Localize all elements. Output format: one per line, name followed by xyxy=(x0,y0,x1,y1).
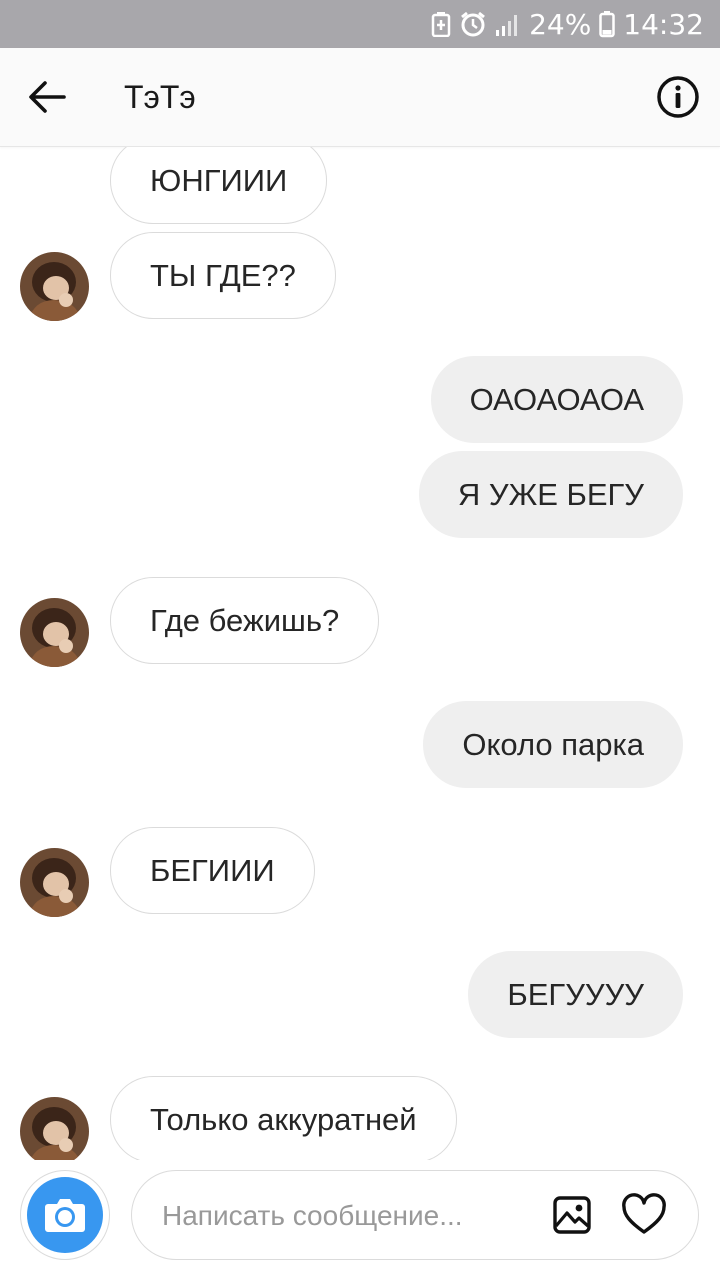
image-icon xyxy=(550,1196,594,1241)
battery-icon xyxy=(599,10,616,38)
camera-icon xyxy=(27,1177,103,1253)
signal-icon xyxy=(495,12,521,36)
avatar[interactable] xyxy=(20,1097,89,1160)
message-bubble-incoming[interactable]: ТЫ ГДЕ?? xyxy=(110,232,336,319)
back-button[interactable] xyxy=(26,76,68,118)
info-icon xyxy=(656,76,700,123)
message-input[interactable] xyxy=(160,1171,544,1261)
arrow-left-icon xyxy=(26,81,68,122)
message-bubble-incoming[interactable]: Только аккуратней xyxy=(110,1076,457,1160)
message-thread[interactable]: ЮНГИИИ ТЫ ГДЕ?? ОАОАОАОА Я УЖЕ БЕГУ Где … xyxy=(0,147,720,1160)
avatar[interactable] xyxy=(20,848,89,917)
like-button[interactable] xyxy=(620,1191,668,1239)
alarm-icon xyxy=(459,10,487,38)
battery-percent: 24% xyxy=(529,7,592,41)
status-bar: 24% 14:32 xyxy=(0,0,720,48)
gallery-button[interactable] xyxy=(550,1193,594,1237)
status-icons: 24% 14:32 xyxy=(431,0,704,48)
chat-header: ТэТэ xyxy=(0,48,720,147)
message-bubble-incoming[interactable]: Где бежишь? xyxy=(110,577,380,664)
message-bubble-incoming[interactable]: ЮНГИИИ xyxy=(110,147,328,224)
heart-icon xyxy=(620,1193,668,1243)
message-composer xyxy=(0,1160,720,1280)
clock: 14:32 xyxy=(623,7,704,41)
avatar[interactable] xyxy=(20,598,89,667)
battery-saver-icon xyxy=(431,11,451,37)
message-bubble-incoming[interactable]: БЕГИИИ xyxy=(110,827,315,914)
message-bubble-outgoing[interactable]: Я УЖЕ БЕГУ xyxy=(418,451,683,538)
message-input-container xyxy=(131,1170,699,1261)
camera-button[interactable] xyxy=(20,1170,110,1260)
message-bubble-outgoing[interactable]: Около парка xyxy=(423,701,683,788)
info-button[interactable] xyxy=(656,75,700,119)
chat-title[interactable]: ТэТэ xyxy=(124,76,196,118)
avatar[interactable] xyxy=(20,252,89,321)
message-bubble-outgoing[interactable]: БЕГУУУУ xyxy=(468,951,683,1038)
message-bubble-outgoing[interactable]: ОАОАОАОА xyxy=(430,356,683,443)
